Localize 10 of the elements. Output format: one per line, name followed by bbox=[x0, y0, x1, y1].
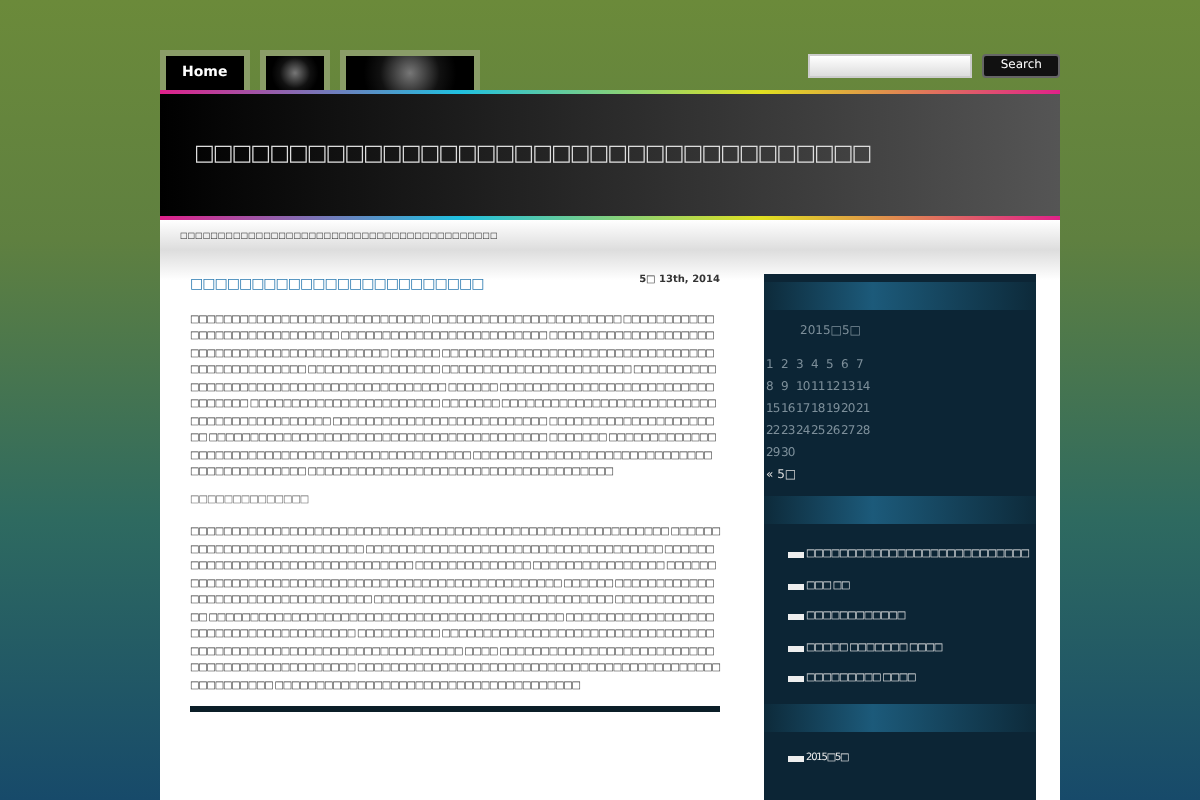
site-title: □□□□□□□□□□□□□□□□□□□□□□□□□□□□□□□□□□□□ bbox=[194, 138, 871, 171]
bullet-icon bbox=[788, 614, 804, 621]
nav-tab[interactable] bbox=[339, 50, 480, 90]
bullet-icon bbox=[788, 645, 804, 652]
nav-tab[interactable] bbox=[259, 50, 330, 90]
bullet-icon bbox=[788, 755, 804, 762]
bullet-icon bbox=[788, 583, 804, 590]
search-field[interactable] bbox=[808, 54, 973, 78]
bullet-icon bbox=[788, 552, 804, 559]
bullet-icon bbox=[788, 676, 804, 683]
